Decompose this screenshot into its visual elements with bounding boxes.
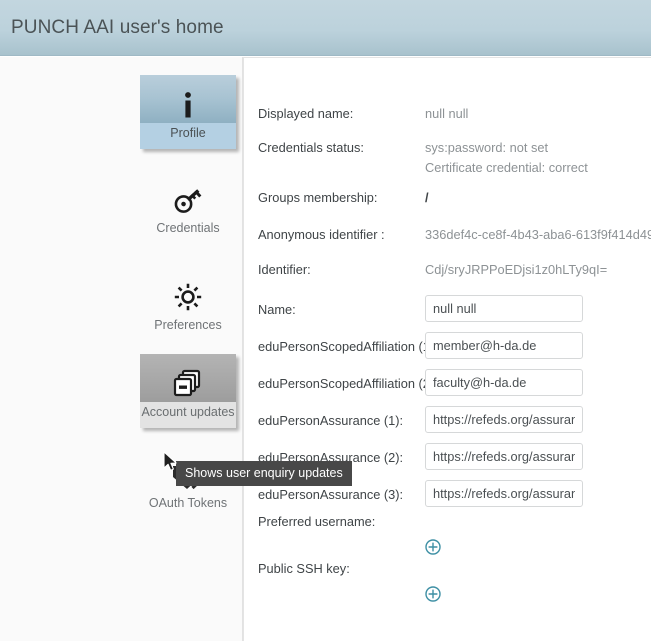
profile-content-panel: Displayed name: null null Credentials st… bbox=[243, 57, 651, 641]
app-header: PUNCH AAI user's home bbox=[0, 0, 651, 56]
sidebar-item-profile-label: Profile bbox=[140, 123, 236, 149]
field-label: Identifier: bbox=[258, 262, 311, 277]
field-value: sys:password: not set Certificate creden… bbox=[425, 140, 588, 175]
sidebar-item-oauth-tokens-label: OAuth Tokens bbox=[148, 496, 228, 510]
field-label: Credentials status: bbox=[258, 140, 364, 155]
plus-circle-icon-preferred-username[interactable] bbox=[425, 539, 441, 555]
archive-icon bbox=[140, 354, 236, 402]
field-label: Public SSH key: bbox=[258, 561, 350, 576]
edu-person-assurance-2-input[interactable] bbox=[425, 443, 583, 470]
sidebar-item-credentials[interactable]: Credentials bbox=[140, 170, 236, 244]
key-icon bbox=[140, 170, 236, 218]
field-label: Preferred username: bbox=[258, 514, 376, 529]
field-value: Cdj/sryJRPPoEDjsi1z0hLTy9qI= bbox=[425, 262, 608, 277]
gear-icon bbox=[140, 267, 236, 315]
credentials-status-line-1: sys:password: not set bbox=[425, 140, 549, 155]
field-label: Groups membership: bbox=[258, 190, 378, 205]
plus-circle-icon-public-ssh-key[interactable] bbox=[425, 586, 441, 602]
sidebar: Profile Credentials Preferences Account … bbox=[0, 57, 243, 641]
field-label: eduPersonScopedAffiliation (1): bbox=[258, 339, 438, 354]
sidebar-item-preferences[interactable]: Preferences bbox=[140, 267, 236, 341]
body-area: Profile Credentials Preferences Account … bbox=[0, 57, 651, 641]
field-label: eduPersonAssurance (3): bbox=[258, 487, 404, 502]
edu-person-assurance-1-input[interactable] bbox=[425, 406, 583, 433]
field-label: Anonymous identifier : bbox=[258, 227, 385, 242]
tooltip: Shows user enquiry updates bbox=[176, 461, 352, 486]
page-title: PUNCH AAI user's home bbox=[11, 17, 224, 38]
edu-person-scoped-affiliation-2-input[interactable] bbox=[425, 369, 583, 396]
sidebar-item-account-updates-label: Account updates bbox=[140, 402, 236, 428]
sidebar-item-account-updates[interactable]: Account updates bbox=[140, 354, 236, 428]
edu-person-assurance-3-input[interactable] bbox=[425, 480, 583, 507]
sidebar-item-preferences-label: Preferences bbox=[154, 318, 222, 332]
app-window: PUNCH AAI user's home Profile Credential… bbox=[0, 0, 651, 641]
credentials-status-line-2: Certificate credential: correct bbox=[425, 160, 588, 175]
field-value: / bbox=[425, 190, 429, 205]
field-label: Name: bbox=[258, 302, 296, 317]
field-label: Displayed name: bbox=[258, 106, 354, 121]
field-label: eduPersonScopedAffiliation (2): bbox=[258, 376, 438, 391]
edu-person-scoped-affiliation-1-input[interactable] bbox=[425, 332, 583, 359]
name-input[interactable] bbox=[425, 295, 583, 322]
field-label: eduPersonAssurance (1): bbox=[258, 413, 404, 428]
field-value: null null bbox=[425, 106, 469, 121]
sidebar-item-credentials-label: Credentials bbox=[156, 221, 220, 235]
field-value: 336def4c-ce8f-4b43-aba6-613f9f414d49 bbox=[425, 227, 651, 242]
sidebar-item-profile[interactable]: Profile bbox=[140, 75, 236, 149]
info-icon bbox=[140, 75, 236, 123]
